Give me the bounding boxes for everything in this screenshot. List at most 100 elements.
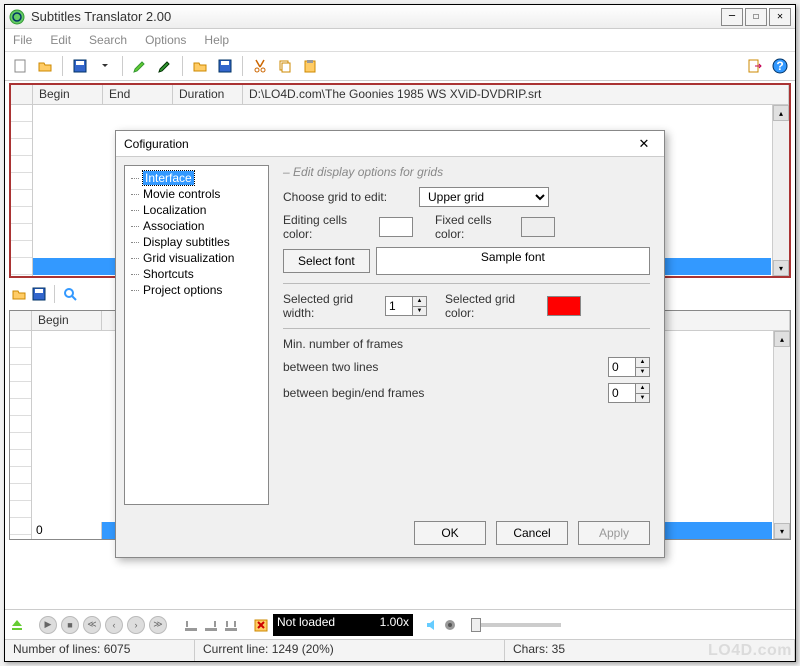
app-icon (9, 9, 25, 25)
menu-search[interactable]: Search (89, 33, 127, 47)
sel-grid-width-spinner[interactable]: ▲▼ (385, 296, 427, 316)
close-button[interactable]: ✕ (769, 8, 791, 26)
speaker-icon[interactable] (443, 617, 457, 633)
spin-up-icon[interactable]: ▲ (412, 297, 426, 307)
col-end[interactable]: End (103, 85, 173, 104)
mark-out-icon[interactable] (203, 617, 219, 633)
edit2-icon[interactable] (154, 55, 176, 77)
tree-grid-visualization[interactable]: Grid visualization (127, 250, 266, 266)
select-font-button[interactable]: Select font (283, 249, 370, 273)
spin-down-icon[interactable]: ▼ (635, 368, 649, 377)
cancel-button[interactable]: Cancel (496, 521, 568, 545)
menu-help[interactable]: Help (204, 33, 229, 47)
scroll-down-icon-2[interactable]: ▾ (774, 523, 790, 539)
col-file[interactable]: D:\LO4D.com\The Goonies 1985 WS XViD-DVD… (243, 85, 789, 104)
scroll-up-icon[interactable]: ▴ (773, 105, 789, 121)
group-title: Edit display options for grids (283, 165, 650, 179)
tree-shortcuts[interactable]: Shortcuts (127, 266, 266, 282)
eject-icon[interactable] (9, 617, 25, 633)
exit-icon[interactable] (744, 55, 766, 77)
between-two-lines-label: between two lines (283, 360, 602, 374)
prev-icon[interactable]: ≪ (83, 616, 101, 634)
col-begin-2[interactable]: Begin (32, 311, 102, 330)
svg-text:?: ? (776, 59, 783, 73)
configuration-dialog: Cofiguration ✕ Interface Movie controls … (115, 130, 665, 558)
help-icon[interactable]: ? (769, 55, 791, 77)
vscrollbar-2[interactable]: ▴ ▾ (773, 331, 790, 539)
paste-icon[interactable] (299, 55, 321, 77)
between-lines-spinner[interactable]: ▲▼ (608, 357, 650, 377)
tree-association[interactable]: Association (127, 218, 266, 234)
rewind-icon[interactable]: ‹ (105, 616, 123, 634)
new-icon[interactable] (9, 55, 31, 77)
choose-grid-select[interactable]: Upper grid (419, 187, 549, 207)
spin-up-icon[interactable]: ▲ (635, 384, 649, 394)
dialog-title: Cofiguration (124, 137, 632, 151)
spin-up-icon[interactable]: ▲ (635, 358, 649, 368)
ok-button[interactable]: OK (414, 521, 486, 545)
mark-in-icon[interactable] (183, 617, 199, 633)
forward-icon[interactable]: › (127, 616, 145, 634)
tree-project-options[interactable]: Project options (127, 282, 266, 298)
between-begin-end-input[interactable] (609, 384, 635, 402)
mark-both-icon[interactable] (223, 617, 239, 633)
titlebar: Subtitles Translator 2.00 ─ ☐ ✕ (5, 5, 795, 29)
copy-icon[interactable] (274, 55, 296, 77)
open3-icon[interactable] (11, 286, 27, 302)
edit-icon[interactable] (129, 55, 151, 77)
cell-value[interactable]: 0 (32, 522, 102, 539)
stop-icon[interactable]: ■ (61, 616, 79, 634)
maximize-button[interactable]: ☐ (745, 8, 767, 26)
save-icon[interactable] (69, 55, 91, 77)
dialog-close-button[interactable]: ✕ (632, 136, 656, 152)
player-status: Not loaded (277, 615, 335, 629)
col-begin[interactable]: Begin (33, 85, 103, 104)
tree-localization[interactable]: Localization (127, 202, 266, 218)
save-dropdown-icon[interactable] (94, 55, 116, 77)
next-icon[interactable]: ≫ (149, 616, 167, 634)
volume-icon[interactable] (425, 617, 439, 633)
status-current: Current line: 1249 (20%) (195, 640, 505, 661)
between-begin-end-spinner[interactable]: ▲▼ (608, 383, 650, 403)
menu-options[interactable]: Options (145, 33, 186, 47)
between-begin-end-label: between begin/end frames (283, 386, 602, 400)
save3-icon[interactable] (31, 286, 47, 302)
sel-grid-color[interactable] (547, 296, 581, 316)
save2-icon[interactable] (214, 55, 236, 77)
apply-button[interactable]: Apply (578, 521, 650, 545)
search-icon[interactable] (62, 286, 78, 302)
scroll-up-icon-2[interactable]: ▴ (774, 331, 790, 347)
col-duration[interactable]: Duration (173, 85, 243, 104)
delete-mark-icon[interactable] (253, 617, 269, 633)
spin-down-icon[interactable]: ▼ (635, 394, 649, 403)
open2-icon[interactable] (189, 55, 211, 77)
player-speed: 1.00x (380, 615, 409, 629)
menubar: File Edit Search Options Help (5, 29, 795, 51)
choose-grid-label: Choose grid to edit: (283, 190, 413, 204)
scroll-down-icon[interactable]: ▾ (773, 260, 789, 276)
fixed-cells-color[interactable] (521, 217, 555, 237)
sample-font-preview: Sample font (376, 247, 650, 275)
row-headers-2 (10, 331, 32, 539)
cut-icon[interactable] (249, 55, 271, 77)
fixed-cells-label: Fixed cells color: (435, 213, 515, 241)
spin-down-icon[interactable]: ▼ (412, 307, 426, 316)
editing-cells-label: Editing cells color: (283, 213, 373, 241)
slider-thumb[interactable] (471, 618, 481, 632)
statusbar: Number of lines: 6075 Current line: 1249… (5, 639, 795, 661)
config-tree[interactable]: Interface Movie controls Localization As… (124, 165, 269, 505)
menu-file[interactable]: File (13, 33, 32, 47)
editing-cells-color[interactable] (379, 217, 413, 237)
sel-grid-width-input[interactable] (386, 297, 412, 315)
menu-edit[interactable]: Edit (50, 33, 71, 47)
tree-interface[interactable]: Interface (127, 170, 266, 186)
vscrollbar[interactable]: ▴ ▾ (772, 105, 789, 276)
minimize-button[interactable]: ─ (721, 8, 743, 26)
play-icon[interactable]: ▶ (39, 616, 57, 634)
between-lines-input[interactable] (609, 358, 635, 376)
volume-slider[interactable] (471, 623, 561, 627)
tree-movie-controls[interactable]: Movie controls (127, 186, 266, 202)
open-icon[interactable] (34, 55, 56, 77)
main-toolbar: ? (5, 51, 795, 81)
tree-display-subtitles[interactable]: Display subtitles (127, 234, 266, 250)
